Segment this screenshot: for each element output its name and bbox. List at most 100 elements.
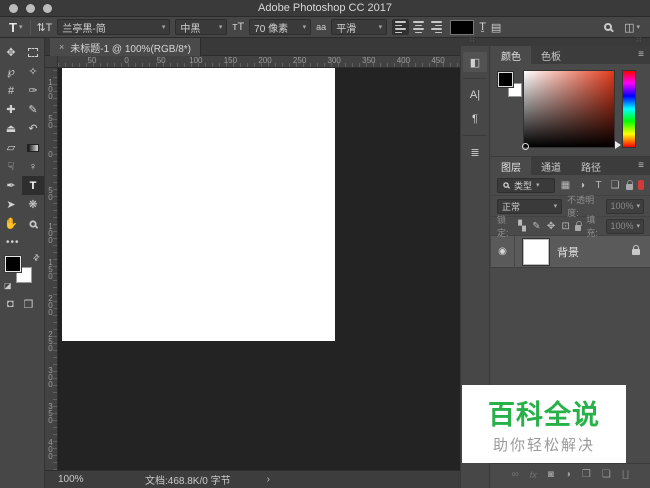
tool-preset-picker[interactable]: T ▾ <box>6 20 25 35</box>
eyedropper-tool[interactable]: ✑ <box>22 81 44 100</box>
quick-selection-tool[interactable]: ✧ <box>22 62 44 81</box>
brush-tool[interactable]: ✎ <box>22 100 44 119</box>
watermark-subtitle: 助你轻松解决 <box>492 437 595 454</box>
character-panel-icon[interactable]: A| <box>463 85 487 105</box>
layer-row-background[interactable]: ◉ 背景 <box>491 235 650 268</box>
edit-toolbar-button[interactable]: ••• <box>0 233 44 250</box>
tab-channels[interactable]: 通道 <box>531 157 571 175</box>
chevron-down-icon: ▾ <box>18 24 23 31</box>
font-size-select[interactable]: 70 像素 ▾ <box>249 19 312 35</box>
quick-mask-button[interactable]: ◘ <box>7 298 14 311</box>
document-tab[interactable]: × 未标题-1 @ 100%(RGB/8*) <box>50 38 202 56</box>
warp-text-icon[interactable]: T̮ <box>479 21 486 33</box>
dodge-tool[interactable]: ♀ <box>22 157 44 176</box>
layer-filter-select[interactable]: 类型 ▾ <box>497 177 555 193</box>
align-right-button[interactable] <box>428 19 445 35</box>
status-menu-chevron[interactable]: › <box>231 474 270 485</box>
lock-position-icon[interactable]: ✥ <box>546 221 556 232</box>
hand-tool[interactable]: ✋ <box>0 214 22 233</box>
smudge-tool[interactable]: ☟ <box>0 157 22 176</box>
lock-all-icon[interactable] <box>575 221 583 231</box>
anti-alias-select[interactable]: 平滑 ▾ <box>331 19 388 35</box>
layer-mask-icon[interactable]: ◙ <box>548 469 554 480</box>
path-selection-tool[interactable]: ➤ <box>0 195 22 214</box>
screen-mode-button[interactable]: ❐ <box>24 298 34 311</box>
clone-stamp-tool[interactable]: ⏏ <box>0 119 22 138</box>
filter-shape-layers-icon[interactable]: ❑ <box>609 180 621 191</box>
filter-adjustment-layers-icon[interactable]: ◑ <box>576 180 588 191</box>
gradient-tool[interactable] <box>22 138 44 157</box>
text-align-group <box>392 19 445 35</box>
new-layer-icon[interactable]: ❏ <box>602 469 611 480</box>
hue-slider[interactable] <box>622 70 636 148</box>
tab-color[interactable]: 颜色 <box>491 46 531 64</box>
pen-tool[interactable]: ✒ <box>0 176 22 195</box>
filter-type-layers-icon[interactable]: T <box>593 180 605 191</box>
filter-pixel-layers-icon[interactable]: ▦ <box>560 180 572 191</box>
layer-effects-icon[interactable]: fx <box>530 470 537 480</box>
lock-pixels-icon[interactable]: ✎ <box>532 221 542 232</box>
opacity-select[interactable]: 100% ▾ <box>606 198 644 214</box>
vertical-ruler[interactable]: 100 50 0 50 100 150 200 250 300 350 400 … <box>45 68 58 488</box>
align-center-button[interactable] <box>410 19 427 35</box>
lock-transparency-icon[interactable]: ▚ <box>517 221 527 232</box>
panel-menu-icon[interactable]: ≡ <box>638 160 644 171</box>
search-icon[interactable] <box>604 23 613 31</box>
new-group-icon[interactable]: ❒ <box>582 469 591 480</box>
layer-visibility-toggle[interactable]: ◉ <box>491 235 515 268</box>
tab-paths[interactable]: 路径 <box>571 157 611 175</box>
text-color-swatch[interactable] <box>450 19 475 35</box>
chevron-down-icon: ▾ <box>553 203 558 210</box>
tab-swatches[interactable]: 色板 <box>531 46 571 64</box>
paragraph-panel-icon[interactable]: ¶ <box>463 109 487 129</box>
delete-layer-icon[interactable]: ∐ <box>622 469 630 480</box>
link-layers-icon[interactable]: ∞ <box>512 469 519 480</box>
lock-artboard-icon[interactable]: ⊡ <box>561 221 571 232</box>
swap-colors-icon[interactable]: ⇄ <box>31 252 42 263</box>
fill-label: 填充: <box>586 215 598 238</box>
font-family-select[interactable]: 兰亭黑-简 ▾ <box>57 19 171 35</box>
chevron-down-icon: ▾ <box>302 24 307 31</box>
chevron-down-icon: ▾ <box>218 24 223 31</box>
document-canvas[interactable] <box>62 68 335 341</box>
filter-smart-objects-icon[interactable] <box>625 180 633 190</box>
hue-slider-cursor[interactable] <box>615 141 621 149</box>
history-brush-tool[interactable]: ↶ <box>22 119 44 138</box>
zoom-tool[interactable] <box>22 214 44 233</box>
fill-select[interactable]: 100% ▾ <box>606 218 644 234</box>
adjustment-layer-icon[interactable]: ◑ <box>565 469 571 480</box>
color-picker-cursor[interactable] <box>522 143 529 150</box>
horizontal-ruler[interactable]: 50 0 50 100 150 200 250 300 350 400 450 <box>58 56 460 68</box>
panel-menu-icon[interactable]: ≡ <box>638 49 644 60</box>
healing-brush-tool[interactable]: ✚ <box>0 100 22 119</box>
default-colors-icon[interactable]: ◪ <box>4 281 12 290</box>
saturation-brightness-field[interactable] <box>522 70 621 150</box>
move-tool[interactable]: ✥ <box>0 43 22 62</box>
eraser-tool[interactable]: ▱ <box>0 138 22 157</box>
adjustments-panel-icon[interactable]: ◧ <box>463 52 487 72</box>
lasso-tool[interactable]: ℘ <box>0 62 22 81</box>
layer-thumbnail[interactable] <box>522 237 550 266</box>
workspace-switcher[interactable]: ◫ ▾ <box>624 21 640 34</box>
filter-toggle-icon[interactable] <box>637 180 645 190</box>
marquee-tool[interactable] <box>22 43 44 62</box>
zoom-level[interactable]: 100% <box>45 474 115 485</box>
crop-tool[interactable]: # <box>0 81 22 100</box>
custom-shape-tool[interactable]: ❋ <box>22 195 44 214</box>
glyphs-panel-icon[interactable]: ≣ <box>463 142 487 162</box>
dock-grip-icon[interactable]: ∷ <box>470 36 475 44</box>
dock-grip-icon[interactable]: ∷ <box>637 36 642 44</box>
align-left-button[interactable] <box>392 19 410 35</box>
foreground-color-swatch[interactable] <box>4 255 22 273</box>
tab-layers[interactable]: 图层 <box>491 157 531 175</box>
blend-mode-select[interactable]: 正常 ▾ <box>497 198 563 214</box>
foreground-color-chip[interactable] <box>497 71 514 88</box>
font-style-select[interactable]: 中黑 ▾ <box>175 19 228 35</box>
toggle-panels-icon[interactable]: ▤ <box>491 21 501 34</box>
window-title: Adobe Photoshop CC 2017 <box>258 2 392 14</box>
type-tool[interactable]: T <box>22 176 44 195</box>
close-tab-icon[interactable]: × <box>59 42 64 52</box>
text-orientation-icon[interactable]: ⇅T <box>36 21 52 34</box>
ruler-label: 50 <box>156 56 166 65</box>
document-tab-bar: × 未标题-1 @ 100%(RGB/8*) <box>45 38 460 56</box>
